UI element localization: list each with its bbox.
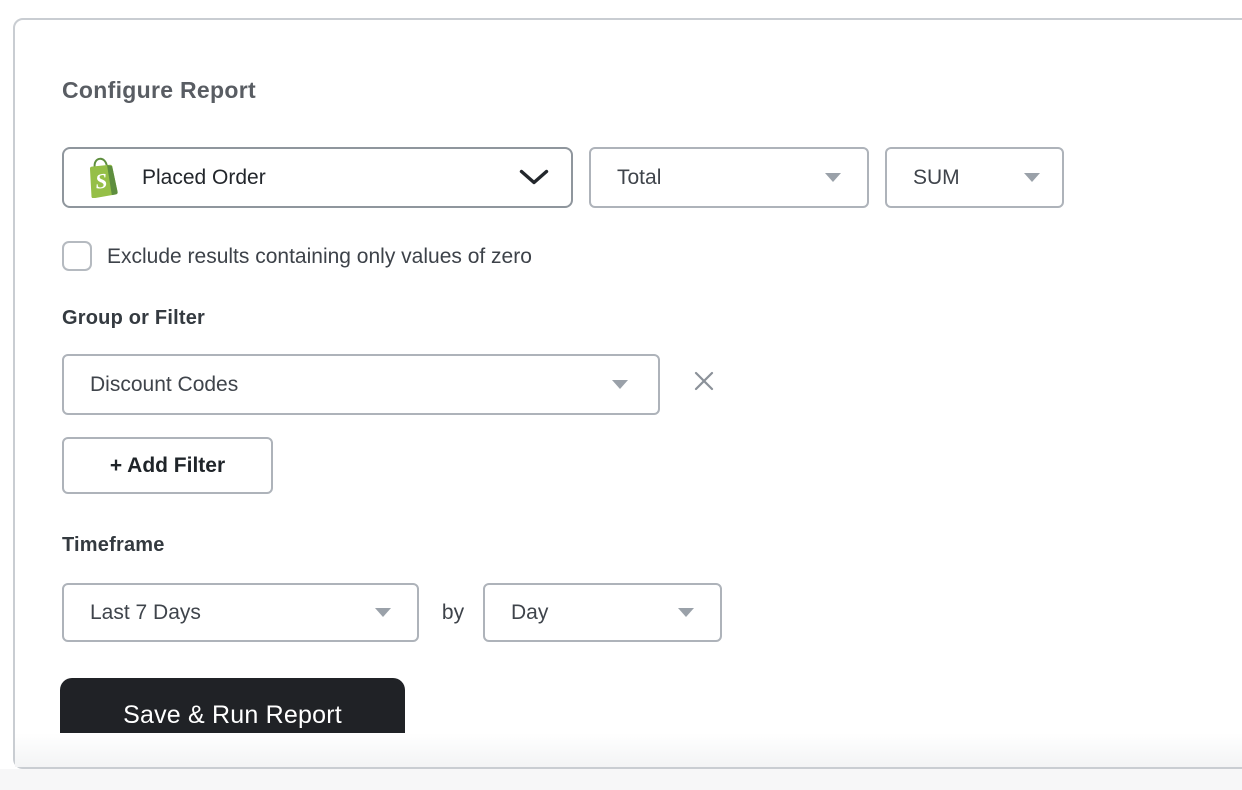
aggregation-select[interactable]: SUM bbox=[885, 147, 1064, 208]
exclude-zero-label: Exclude results containing only values o… bbox=[107, 241, 532, 271]
chevron-down-icon bbox=[519, 169, 549, 186]
timeframe-range-select[interactable]: Last 7 Days bbox=[62, 583, 419, 642]
timeframe-range-value: Last 7 Days bbox=[64, 601, 201, 625]
page-background-strip bbox=[0, 769, 1242, 790]
timeframe-interval-value: Day bbox=[485, 601, 548, 625]
svg-text:S: S bbox=[94, 169, 108, 194]
timeframe-interval-select[interactable]: Day bbox=[483, 583, 722, 642]
exclude-zero-checkbox[interactable] bbox=[62, 241, 92, 271]
shopify-bag-icon: S bbox=[84, 157, 120, 198]
measurement-select-value: Total bbox=[591, 166, 661, 190]
caret-down-icon bbox=[825, 173, 841, 182]
metric-select[interactable]: S Placed Order bbox=[62, 147, 573, 208]
by-label: by bbox=[436, 583, 470, 642]
aggregation-select-value: SUM bbox=[887, 166, 960, 190]
configure-report-panel: Configure Report S Placed Order Total SU… bbox=[13, 18, 1242, 769]
group-or-filter-label: Group or Filter bbox=[62, 307, 205, 330]
timeframe-label: Timeframe bbox=[62, 534, 165, 557]
metric-select-value: Placed Order bbox=[142, 166, 266, 190]
caret-down-icon bbox=[1024, 173, 1040, 182]
save-run-report-button[interactable]: Save & Run Report bbox=[60, 678, 405, 752]
caret-down-icon bbox=[375, 608, 391, 617]
page-title: Configure Report bbox=[62, 77, 256, 104]
add-filter-button[interactable]: + Add Filter bbox=[62, 437, 273, 494]
dimension-select[interactable]: Discount Codes bbox=[62, 354, 660, 415]
caret-down-icon bbox=[678, 608, 694, 617]
remove-filter-button[interactable] bbox=[691, 368, 717, 394]
dimension-select-value: Discount Codes bbox=[64, 373, 238, 397]
measurement-select[interactable]: Total bbox=[589, 147, 869, 208]
caret-down-icon bbox=[612, 380, 628, 389]
x-icon bbox=[692, 369, 716, 393]
